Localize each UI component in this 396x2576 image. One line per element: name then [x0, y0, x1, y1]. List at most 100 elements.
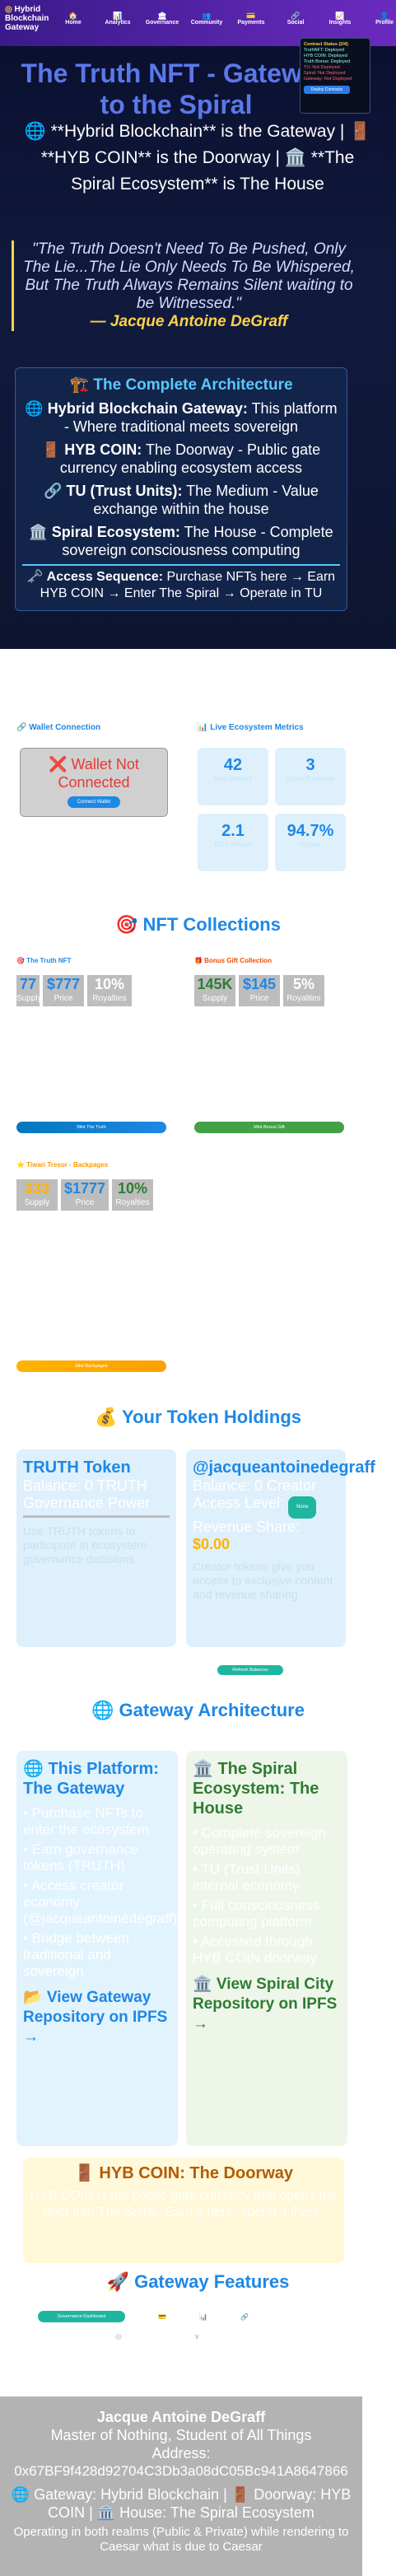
nav-item-profile[interactable]: 👤 Profile: [362, 12, 396, 26]
stat-supply: 77 Supply: [16, 975, 42, 1006]
metric-total-holders: 42 Total Holders: [198, 748, 268, 805]
architecture-item: 🚪 HYB COIN: The Doorway - Public gate cu…: [41, 441, 321, 476]
gateway-left-card: 🌐 This Platform: The Gateway • Purchase …: [16, 1751, 178, 2146]
revenue-share-value: $0.00: [193, 1536, 231, 1552]
nft-stats: 333 Supply $1777 Price 10% Royalties: [16, 1179, 153, 1211]
status-line: HYB COIN: Deployed: [304, 54, 347, 58]
status-line: TU: Not Deployed: [304, 65, 340, 70]
profile-icon: 👤: [380, 12, 389, 20]
social-icon: 🔗: [291, 12, 300, 20]
gateway-item: • TU (Trust Units) internal economy: [193, 1861, 300, 1893]
access-sequence: 🗝️ Access Sequence: Purchase NFTs here →…: [22, 564, 340, 605]
architecture-item: 🌐 Hybrid Blockchain Gateway: This platfo…: [25, 400, 338, 435]
access-badge: None: [288, 1496, 317, 1519]
quote-text: "The Truth Doesn't Need To Be Pushed, On…: [23, 240, 355, 312]
footer-role: Master of Nothing, Student of All Things: [50, 2427, 312, 2443]
live-metrics-card: 📊 Live Ecosystem Metrics 42 Total Holders…: [198, 723, 362, 888]
nft-card-backpages: ⭐ Tiwari Tresor - Backpages 333 Supply $1…: [16, 1161, 168, 1216]
nav-item-governance[interactable]: 🏛 Governance: [140, 12, 184, 26]
contract-status-panel: Contract Status (2/4) TruthNFT: Deployed…: [300, 38, 370, 114]
social-icon[interactable]: 🔗: [240, 2313, 249, 2321]
creator-balance: Balance: 0 Creator: [193, 1477, 317, 1494]
insights-icon: 📈: [335, 12, 345, 20]
quote-author: — Jacque Antoine DeGraff: [90, 313, 288, 330]
status-line: TruthNFT: Deployed: [304, 48, 345, 53]
hero-quote: "The Truth Doesn't Need To Be Pushed, On…: [12, 240, 357, 331]
gateway-item: • Earn governance tokens (TRUTH): [23, 1841, 139, 1874]
stat-supply: 333 Supply: [16, 1179, 58, 1211]
status-line: Truth Bonus: Deployed: [304, 59, 351, 64]
gateway-item: • Complete sovereign operating system: [193, 1825, 326, 1857]
payments-icon[interactable]: 💳: [158, 2313, 166, 2321]
refresh-balances-button[interactable]: Refresh Balances: [217, 1665, 283, 1675]
logo-line3: Gateway: [5, 23, 40, 32]
stat-price: $1777 Price: [61, 1179, 109, 1211]
architecture-item: 🏛️ Spiral Ecosystem: The House - Complet…: [29, 524, 333, 558]
nav-items: 🏠 Home 📊 Analytics 🏛 Governance 👥 Community …: [51, 12, 396, 26]
metrics-title: 📊 Live Ecosystem Metrics: [198, 723, 304, 732]
gateway-ipfs-link[interactable]: 📂 View Gateway Repository on IPFS →: [23, 1988, 171, 2047]
mint-truth-button[interactable]: Mint The Truth: [16, 1122, 166, 1133]
footer-address-label: Address:: [151, 2445, 211, 2462]
hero-title: The Truth NFT - Gateway to the Spiral: [21, 58, 332, 119]
gateway-item: • Accessed through HYB COIN doorway: [193, 1934, 318, 1966]
revenue-share-label: Revenue Share:: [193, 1519, 300, 1535]
nav-item-home[interactable]: 🏠 Home: [51, 12, 96, 26]
status-line: Gateway: Not Deployed: [304, 77, 352, 82]
stat-supply: 145K Supply: [194, 975, 235, 1006]
nft-collections-title: 🎯 NFT Collections: [115, 914, 281, 935]
holdings-title: 💰 Your Token Holdings: [94, 1407, 302, 1427]
nft-card-title: ⭐ Tiwari Tresor - Backpages: [16, 1161, 109, 1169]
creator-desc: Creator tokens give you access to exclus…: [193, 1560, 333, 1601]
spiral-ipfs-link[interactable]: 🏛️ View Spiral City Repository on IPFS →: [193, 1975, 341, 2034]
footer: Jacque Antoine DeGraff Master of Nothing…: [0, 2396, 362, 2576]
governance-power-label: Governance Power: [23, 1495, 151, 1511]
footer-line2: Operating in both realms (Public & Priva…: [13, 2525, 349, 2554]
analytics-icon[interactable]: 📊: [199, 2313, 207, 2321]
logo-line2: Blockchain: [5, 14, 49, 23]
community-icon: 👥: [202, 12, 212, 20]
mint-bonus-button[interactable]: Mint Bonus Gift: [194, 1122, 344, 1133]
truth-desc: Use TRUTH tokens to participate in ecosy…: [23, 1524, 147, 1566]
deploy-contracts-button[interactable]: Deploy Contracts: [304, 86, 350, 94]
truth-token-title: TRUTH Token: [23, 1458, 131, 1477]
nft-stats: 145K Supply $145 Price 5% Royalties: [194, 975, 324, 1006]
nft-stats: 77 Supply $777 Price 10% Royalties: [16, 975, 132, 1006]
gateway-item: • Bridge between traditional and soverei…: [23, 1930, 129, 1979]
logo[interactable]: ◎ Hybrid Blockchain Gateway: [5, 5, 54, 32]
creator-token-title: @jacqueantoinedegraff: [193, 1458, 375, 1477]
truth-balance: Balance: 0 TRUTH: [23, 1477, 147, 1494]
close-icon[interactable]: ◎: [115, 2332, 122, 2341]
stat-price: $145 Price: [239, 975, 280, 1006]
mint-backpages-button[interactable]: Mint Backpages: [16, 1360, 166, 1372]
logo-line1: Hybrid: [14, 5, 41, 14]
access-level: Access Level: None: [193, 1495, 339, 1519]
wallet-connection-card: 🔗 Wallet Connection ❌ Wallet Not Connect…: [16, 723, 194, 863]
stat-price: $777 Price: [43, 975, 84, 1006]
home-icon: 🏠: [68, 12, 78, 20]
nft-card-title: 🎁 Bonus Gift Collection: [194, 957, 272, 964]
logo-icon: ◎: [5, 5, 12, 14]
nav-item-analytics[interactable]: 📊 Analytics: [96, 12, 140, 26]
analytics-icon: 📊: [113, 12, 123, 20]
nav-item-payments[interactable]: 💳 Payments: [229, 12, 273, 26]
stat-royalties: 10% Royalties: [112, 1179, 153, 1211]
nav-item-social[interactable]: 🔗 Social: [273, 12, 318, 26]
nav-item-community[interactable]: 👥 Community: [184, 12, 229, 26]
tab-governance-dashboard[interactable]: Governance Dashboard: [38, 2311, 125, 2322]
nft-card-title: 🎯 The Truth NFT: [16, 957, 72, 964]
nav-item-insights[interactable]: 📈 Insights: [318, 12, 362, 26]
status-line: Spiral: Not Deployed: [304, 71, 346, 76]
footer-address[interactable]: 0x67BF9f428d92704C3Db3a08dC05Bc941A86478…: [0, 2462, 362, 2480]
architecture-item: 🔗 TU (Trust Units): The Medium - Value e…: [44, 483, 319, 517]
hero-lead: 🌐 **Hybrid Blockchain** is the Gateway |…: [24, 122, 371, 194]
feature-tabs: Governance Dashboard 💳 📊 🔗: [38, 2311, 249, 2322]
hyb-title: 🚪 HYB COIN: The Doorway: [73, 2164, 294, 2182]
wallet-title: 🔗 Wallet Connection: [16, 723, 101, 732]
footer-name: Jacque Antoine DeGraff: [96, 2409, 266, 2425]
gateway-title: 🌐 Gateway Architecture: [91, 1700, 305, 1720]
payments-icon: 💳: [246, 12, 256, 20]
connect-wallet-button[interactable]: Connect Wallet: [68, 796, 120, 808]
chevron-down-icon[interactable]: ∨: [194, 2332, 200, 2341]
nft-card-truth: 🎯 The Truth NFT 77 Supply $777 Price 10% Ro…: [16, 957, 168, 1011]
